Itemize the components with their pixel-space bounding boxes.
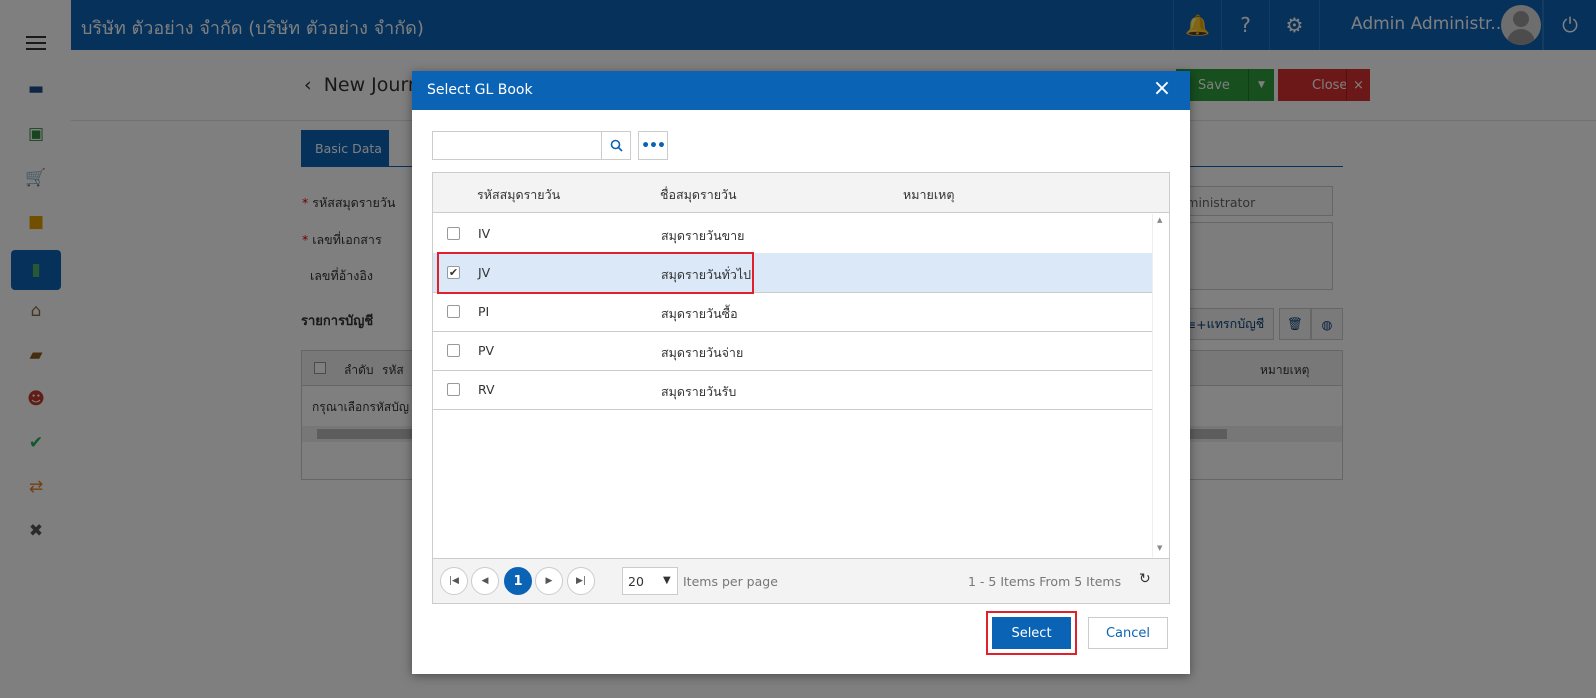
row-code: PV (478, 343, 495, 358)
col-code[interactable]: รหัสสมุดรายวัน (477, 185, 560, 205)
chevron-down-icon: ▼ (663, 575, 671, 586)
table-row[interactable]: PI สมุดรายวันซื้อ (433, 292, 1152, 332)
row-checkbox[interactable] (447, 227, 460, 240)
table-row[interactable]: RV สมุดรายวันรับ (433, 370, 1152, 410)
close-icon[interactable]: × (1150, 77, 1174, 101)
row-name: สมุดรายวันรับ (661, 384, 737, 399)
row-code: IV (478, 226, 491, 241)
page-button-current[interactable]: 1 (504, 567, 532, 595)
next-page-icon[interactable]: ▶ (535, 567, 563, 595)
table-row[interactable]: IV สมุดรายวันขาย (433, 214, 1152, 254)
row-checkbox[interactable] (447, 383, 460, 396)
col-name[interactable]: ชื่อสมุดรายวัน (660, 185, 737, 205)
row-name: สมุดรายวันซื้อ (661, 306, 738, 321)
table-row[interactable]: PV สมุดรายวันจ่าย (433, 331, 1152, 371)
scroll-down-icon: ▼ (1157, 544, 1163, 552)
row-name: สมุดรายวันจ่าย (661, 345, 744, 360)
search-input[interactable] (432, 131, 601, 160)
pager: |◀ ◀ 1 ▶ ▶| 20 ▼ Items per page 1 - 5 Ite… (433, 558, 1169, 603)
items-per-page-label: Items per page (683, 574, 778, 589)
last-page-icon[interactable]: ▶| (567, 567, 595, 595)
table-vscrollbar[interactable]: ▲ ▼ (1152, 214, 1169, 557)
refresh-icon[interactable]: ↻ (1139, 571, 1151, 587)
row-checkbox[interactable] (447, 344, 460, 357)
highlight-box (437, 252, 754, 294)
more-options-icon[interactable]: ••• (638, 131, 668, 160)
dialog-title: Select GL Book (427, 82, 533, 98)
dialog-header: Select GL Book × (412, 71, 1190, 110)
select-button[interactable]: Select (992, 617, 1071, 649)
cancel-button[interactable]: Cancel (1088, 617, 1168, 649)
pager-info: 1 - 5 Items From 5 Items (968, 574, 1122, 589)
page-size-select[interactable]: 20 ▼ (622, 567, 678, 595)
col-note[interactable]: หมายเหตุ (903, 185, 954, 205)
row-code: RV (478, 382, 495, 397)
table-header: รหัสสมุดรายวัน ชื่อสมุดรายวัน หมายเหตุ (433, 173, 1169, 213)
row-code: PI (478, 304, 490, 319)
first-page-icon[interactable]: |◀ (440, 567, 468, 595)
prev-page-icon[interactable]: ◀ (471, 567, 499, 595)
select-gl-book-dialog: Select GL Book × ••• รหัสสมุดรายวัน ชื่อ… (412, 71, 1190, 674)
scroll-up-icon: ▲ (1157, 216, 1163, 224)
search-icon[interactable] (601, 131, 631, 160)
row-checkbox[interactable] (447, 305, 460, 318)
gl-book-table: รหัสสมุดรายวัน ชื่อสมุดรายวัน หมายเหตุ I… (432, 172, 1170, 604)
row-name: สมุดรายวันขาย (661, 228, 745, 243)
